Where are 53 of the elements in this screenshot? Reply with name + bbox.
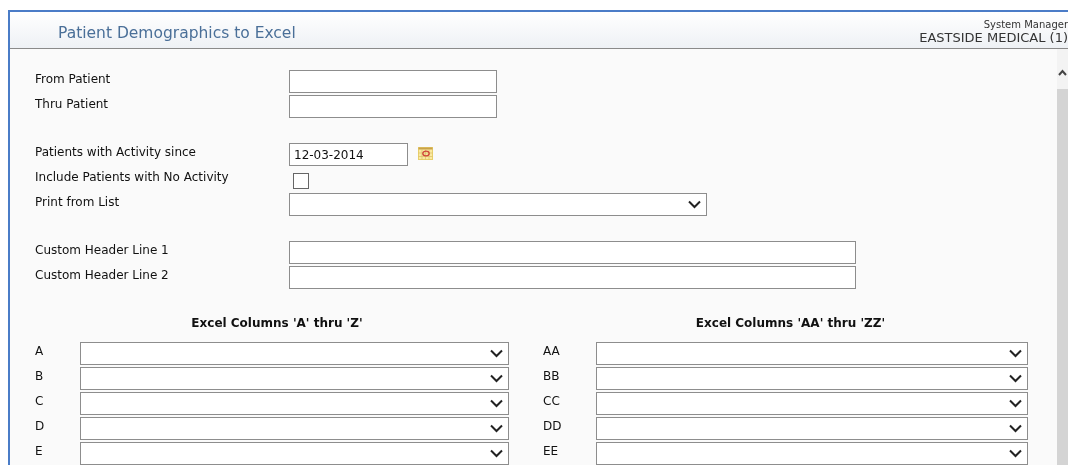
chevron-down-icon [490,399,503,408]
chevron-down-icon [1009,399,1022,408]
dropdown[interactable] [596,392,1028,415]
practice-name: EASTSIDE MEDICAL (1) [919,30,1068,45]
checkbox[interactable] [293,173,309,189]
caret-up-icon[interactable] [1058,69,1067,76]
dropdown[interactable] [80,442,509,465]
field-label: Custom Header Line 1 [35,242,170,257]
column-label: E [35,443,44,460]
dropdown[interactable] [80,342,509,365]
dropdown[interactable] [596,442,1028,465]
column-label: B [35,368,45,385]
dropdown[interactable] [289,193,707,216]
chevron-down-icon [688,200,701,209]
section-heading: Excel Columns 'A' thru 'Z' [190,316,364,332]
column-label: DD [543,418,563,435]
section-heading: Excel Columns 'AA' thru 'ZZ' [694,316,887,332]
chevron-down-icon [1009,449,1022,458]
scrollbar[interactable] [1057,49,1068,465]
page-title: Patient Demographics to Excel [58,24,296,42]
date-field[interactable]: 12-03-2014 [289,143,408,166]
text-field[interactable] [289,266,856,289]
dropdown[interactable] [596,342,1028,365]
chevron-down-icon [490,349,503,358]
field-label: Print from List [35,194,121,209]
field-label: From Patient [35,71,112,86]
column-label: C [35,393,45,410]
field-label: Include Patients with No Activity [35,169,230,184]
field-label: Custom Header Line 2 [35,267,170,282]
column-label: AA [543,343,561,360]
dropdown[interactable] [80,392,509,415]
chevron-down-icon [1009,424,1022,433]
chevron-down-icon [1009,374,1022,383]
dropdown[interactable] [596,367,1028,390]
column-label: BB [543,368,561,385]
dropdown[interactable] [596,417,1028,440]
chevron-down-icon [490,374,503,383]
field-label: Thru Patient [35,96,110,111]
chevron-down-icon [490,424,503,433]
column-label: A [35,343,45,360]
dropdown[interactable] [80,367,509,390]
text-field[interactable] [289,95,497,118]
column-label: EE [543,443,560,460]
column-label: D [35,418,46,435]
calendar-icon[interactable] [418,147,433,160]
text-field[interactable] [289,70,497,93]
chevron-down-icon [1009,349,1022,358]
dropdown[interactable] [80,417,509,440]
text-field[interactable] [289,241,856,264]
column-label: CC [543,393,561,410]
field-label: Patients with Activity since [35,144,197,159]
user-role: System Manager [983,19,1068,30]
chevron-down-icon [490,449,503,458]
